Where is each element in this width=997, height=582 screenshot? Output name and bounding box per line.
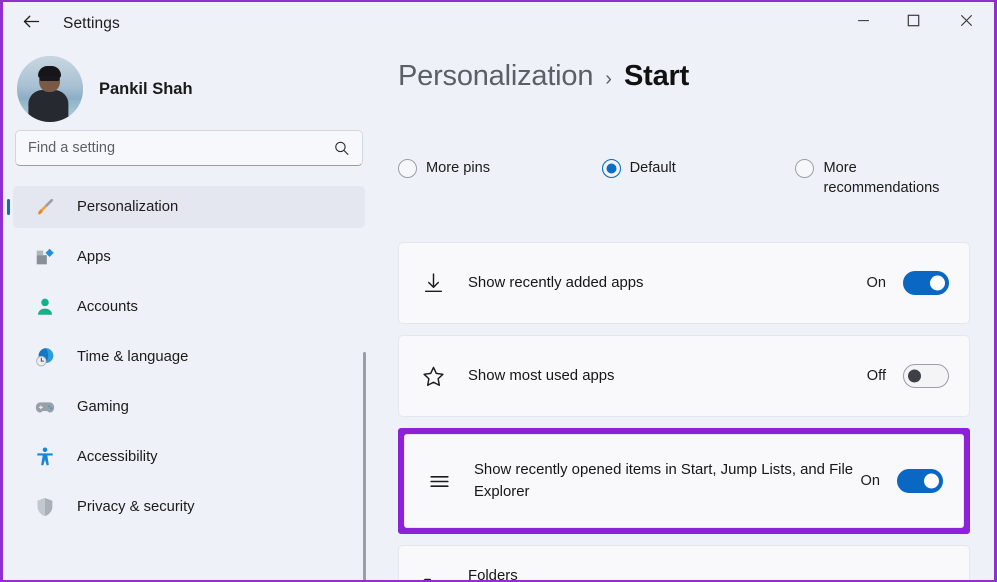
- highlight-box: Show recently opened items in Start, Jum…: [398, 428, 970, 534]
- sidebar-item-label: Personalization: [77, 199, 179, 215]
- layout-option-default[interactable]: Default: [601, 158, 796, 198]
- search-icon[interactable]: [333, 140, 350, 157]
- arrow-left-icon: [21, 11, 42, 37]
- setting-title: Show most used apps: [468, 368, 615, 384]
- sidebar-item-gaming[interactable]: Gaming: [13, 386, 365, 428]
- list-lines-icon: [427, 469, 455, 494]
- sidebar-scrollbar[interactable]: [363, 352, 366, 580]
- layout-option-label: More pins: [426, 160, 491, 176]
- toggle-switch[interactable]: [903, 364, 949, 388]
- search-container: [3, 130, 375, 166]
- apps-icon: [33, 245, 57, 269]
- layout-option-more-recommendations[interactable]: More recommendations: [795, 158, 970, 198]
- layout-option-more-pins[interactable]: More pins: [398, 158, 602, 198]
- chevron-right-icon: ›: [605, 68, 612, 90]
- folder-icon: [421, 574, 449, 580]
- maximize-icon: [907, 14, 920, 32]
- sidebar-item-label: Accounts: [77, 299, 138, 315]
- setting-text: Show recently opened items in Start, Jum…: [455, 459, 861, 503]
- sidebar-item-privacy-security[interactable]: Privacy & security: [13, 486, 365, 528]
- layout-option-label: More recommendations: [823, 160, 940, 196]
- breadcrumb-parent[interactable]: Personalization: [398, 60, 593, 93]
- close-button[interactable]: [938, 2, 994, 44]
- chevron-right-icon[interactable]: [933, 578, 949, 580]
- setting-row-recently-opened-items[interactable]: Show recently opened items in Start, Jum…: [404, 434, 964, 528]
- setting-control: On: [861, 469, 943, 493]
- toggle-state-label: On: [860, 473, 880, 489]
- setting-title: Folders: [468, 568, 518, 580]
- setting-title: Show recently added apps: [468, 275, 644, 291]
- sidebar-item-apps[interactable]: Apps: [13, 236, 365, 278]
- paintbrush-icon: [33, 195, 57, 219]
- minimize-button[interactable]: [838, 2, 888, 44]
- radio-icon-selected: [601, 159, 621, 178]
- setting-control: Off: [867, 364, 949, 388]
- sidebar-item-label: Time & language: [77, 349, 189, 365]
- sidebar: Pankil Shah Find a setting Personalizati…: [3, 46, 375, 580]
- sidebar-item-accounts[interactable]: Accounts: [13, 286, 365, 328]
- sidebar-item-label: Apps: [77, 249, 111, 265]
- gamepad-icon: [33, 395, 57, 419]
- search-input[interactable]: [16, 131, 362, 165]
- maximize-button[interactable]: [888, 2, 938, 44]
- download-icon: [421, 271, 449, 296]
- setting-row-recently-added-apps[interactable]: Show recently added apps On: [398, 242, 970, 324]
- close-icon: [960, 14, 973, 32]
- title-bar: Settings: [3, 2, 994, 46]
- sidebar-item-accessibility[interactable]: Accessibility: [13, 436, 365, 478]
- toggle-state-label: Off: [866, 368, 886, 384]
- setting-row-most-used-apps[interactable]: Show most used apps Off: [398, 335, 970, 417]
- back-button[interactable]: [9, 4, 53, 44]
- setting-control: [933, 578, 949, 580]
- setting-text: Show recently added apps: [449, 272, 867, 294]
- page-title: Start: [623, 60, 690, 92]
- toggle-switch[interactable]: [897, 469, 943, 493]
- minimize-icon: [857, 14, 870, 32]
- setting-title: Show recently opened items in Start, Jum…: [474, 462, 854, 500]
- breadcrumb: Personalization › Start: [375, 46, 994, 99]
- caption-buttons: [838, 2, 994, 44]
- sidebar-item-label: Gaming: [77, 399, 129, 415]
- person-icon: [33, 295, 57, 319]
- avatar: [17, 56, 83, 122]
- setting-text: Show most used apps: [449, 365, 867, 387]
- toggle-state-label: On: [866, 275, 886, 291]
- shield-icon: [33, 495, 57, 519]
- accessibility-person-icon: [33, 445, 57, 469]
- star-icon: [421, 364, 449, 389]
- settings-list: Show recently added apps On Show most us…: [398, 242, 970, 580]
- user-profile[interactable]: Pankil Shah: [3, 46, 375, 130]
- sidebar-item-label: Privacy & security: [77, 499, 195, 515]
- settings-window: Settings Pankil Shah Find a setting Pers…: [0, 0, 997, 582]
- clock-globe-icon: [33, 345, 57, 369]
- search-box[interactable]: [15, 130, 363, 166]
- start-layout-options: More pins Default More recommendations: [398, 158, 970, 198]
- app-title: Settings: [63, 15, 120, 32]
- setting-row-folders[interactable]: Folders These folders appear on Start ne…: [398, 545, 970, 580]
- sidebar-item-label: Accessibility: [77, 449, 158, 465]
- setting-text: Folders These folders appear on Start ne…: [449, 565, 933, 580]
- nav-list: Personalization Apps Accounts Time & lan…: [3, 186, 375, 528]
- radio-icon: [795, 159, 815, 178]
- sidebar-item-time-language[interactable]: Time & language: [13, 336, 365, 378]
- sidebar-item-personalization[interactable]: Personalization: [13, 186, 365, 228]
- content-area: More pins Default More recommendations P…: [375, 46, 994, 580]
- user-name: Pankil Shah: [99, 79, 193, 98]
- setting-control: On: [867, 271, 949, 295]
- layout-option-label: Default: [629, 160, 676, 176]
- radio-icon: [398, 159, 417, 178]
- toggle-switch[interactable]: [903, 271, 949, 295]
